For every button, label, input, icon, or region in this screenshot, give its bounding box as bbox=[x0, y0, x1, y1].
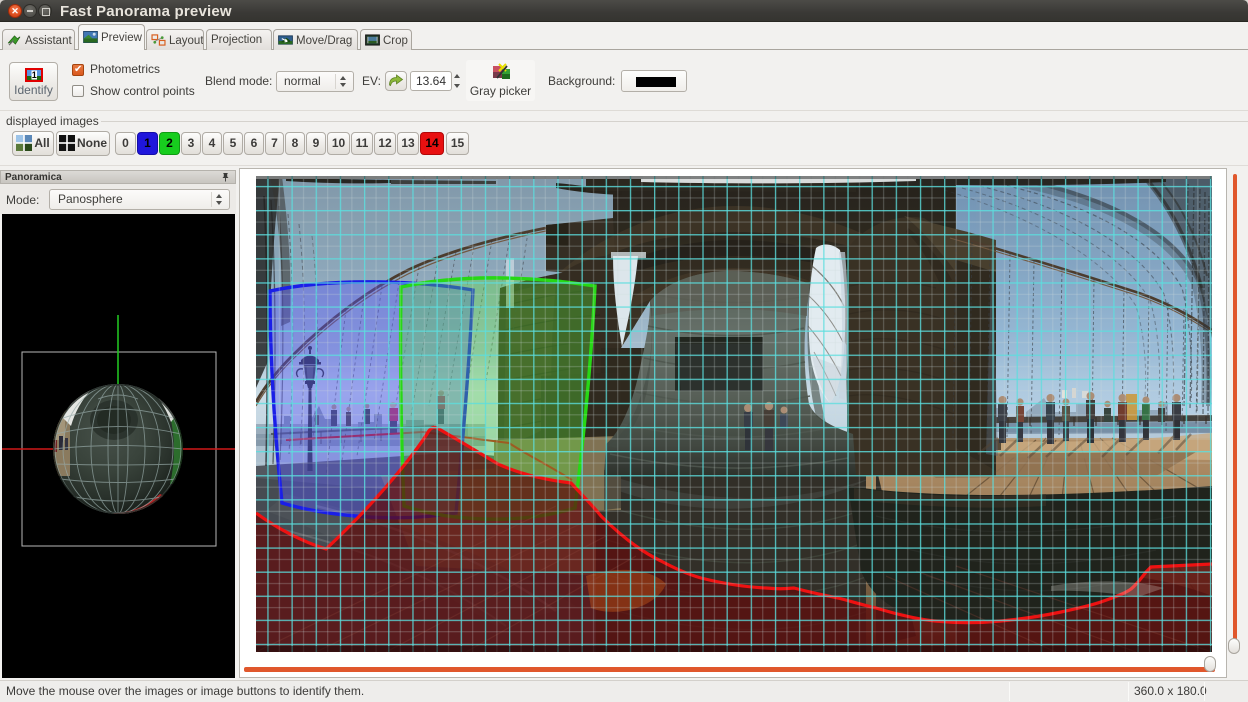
svg-text:1: 1 bbox=[31, 70, 36, 80]
